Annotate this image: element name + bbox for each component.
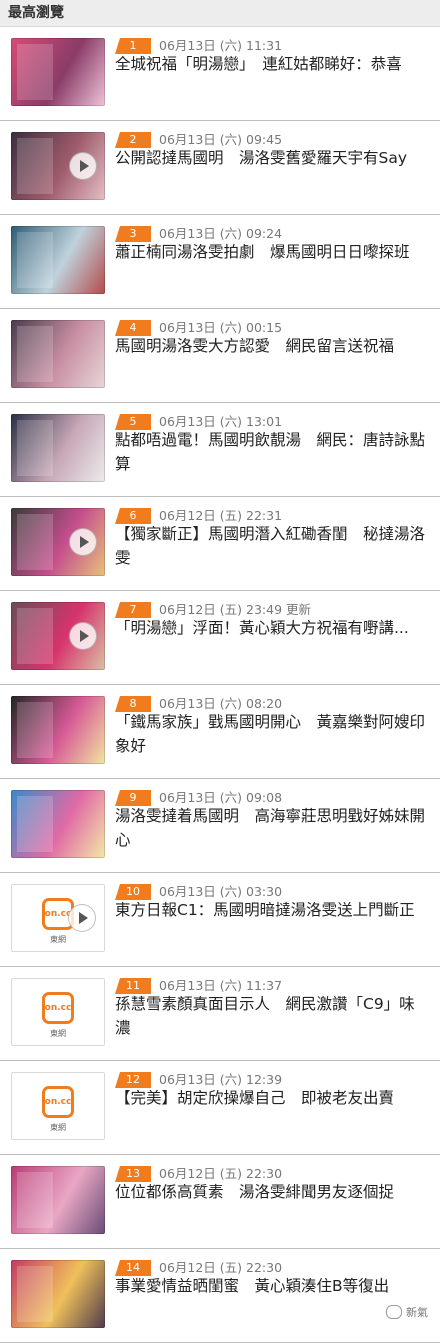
thumbnail-photo-panel bbox=[17, 138, 53, 194]
news-thumbnail[interactable]: on.cc 東網 bbox=[11, 884, 105, 952]
thumbnail-photo-panel bbox=[17, 44, 53, 100]
thumbnail-photo-panel bbox=[17, 514, 53, 570]
logo-caption: 東網 bbox=[50, 1029, 66, 1038]
thumbnail-photo-panel bbox=[17, 796, 53, 852]
play-icon[interactable] bbox=[69, 152, 97, 180]
logo-text: on.cc bbox=[44, 1096, 72, 1107]
news-item[interactable]: 1 06月13日 (六) 11:31 全城祝福「明湯戀」 連紅姑都睇好：恭喜 bbox=[0, 27, 440, 121]
news-item[interactable]: on.cc 東網 10 06月13日 (六) 03:30 東方日報C1：馬國明暗撻湯洛雯… bbox=[0, 873, 440, 967]
news-item[interactable]: 14 06月12日 (五) 22:30 事業愛情益晒閨蜜 黃心穎湊住B等復出 bbox=[0, 1249, 440, 1343]
news-title-link[interactable]: 位位都係高質素 湯洛雯緋聞男友逐個捉 bbox=[115, 1180, 426, 1204]
news-list: 1 06月13日 (六) 11:31 全城祝福「明湯戀」 連紅姑都睇好：恭喜 2 06月… bbox=[0, 27, 440, 1343]
play-icon[interactable] bbox=[69, 528, 97, 556]
news-title-link[interactable]: 湯洛雯撻着馬國明 高海寧莊思明戥好姊妹開心 bbox=[115, 804, 426, 852]
news-title-link[interactable]: 【完美】胡定欣操爆自己 即被老友出賣 bbox=[115, 1086, 426, 1110]
news-title-link[interactable]: 馬國明湯洛雯大方認愛 網民留言送祝福 bbox=[115, 334, 426, 358]
wechat-icon bbox=[386, 1305, 402, 1319]
news-title-link[interactable]: 孫慧雪素顏真面目示人 網民激讚「C9」味濃 bbox=[115, 992, 426, 1040]
logo-caption: 東網 bbox=[50, 935, 66, 944]
thumbnail-photo-panel bbox=[17, 1266, 53, 1322]
thumbnail-photo-panel bbox=[17, 232, 53, 288]
news-title-link[interactable]: 【獨家斷正】馬國明潛入紅磡香閨 秘撻湯洛雯 bbox=[115, 522, 426, 570]
thumbnail-photo-panel bbox=[17, 608, 53, 664]
news-thumbnail[interactable] bbox=[11, 696, 105, 764]
section-title: 最高瀏覽 bbox=[8, 5, 64, 21]
news-thumbnail[interactable] bbox=[11, 132, 105, 200]
news-thumbnail[interactable] bbox=[11, 320, 105, 388]
news-title-link[interactable]: 點都唔過電！馬國明飲靚湯 網民：唐詩詠點算 bbox=[115, 428, 426, 476]
news-thumbnail[interactable] bbox=[11, 602, 105, 670]
news-thumbnail[interactable]: on.cc 東網 bbox=[11, 1072, 105, 1140]
news-title-link[interactable]: 事業愛情益晒閨蜜 黃心穎湊住B等復出 bbox=[115, 1274, 426, 1298]
thumbnail-photo-panel bbox=[17, 1172, 53, 1228]
logo-caption: 東網 bbox=[50, 1123, 66, 1132]
news-item[interactable]: 3 06月13日 (六) 09:24 蕭正楠同湯洛雯拍劇 爆馬國明日日嚟探班 bbox=[0, 215, 440, 309]
play-icon[interactable] bbox=[69, 622, 97, 650]
oncc-logo-icon: on.cc bbox=[42, 1086, 74, 1119]
news-item[interactable]: 5 06月13日 (六) 13:01 點都唔過電！馬國明飲靚湯 網民：唐詩詠點算 bbox=[0, 403, 440, 497]
news-thumbnail[interactable] bbox=[11, 790, 105, 858]
news-title-link[interactable]: 東方日報C1：馬國明暗撻湯洛雯送上門斷正 bbox=[115, 898, 426, 922]
news-title-link[interactable]: 蕭正楠同湯洛雯拍劇 爆馬國明日日嚟探班 bbox=[115, 240, 426, 264]
oncc-logo-icon: on.cc bbox=[42, 992, 74, 1025]
news-thumbnail[interactable] bbox=[11, 1260, 105, 1328]
news-item[interactable]: 4 06月13日 (六) 00:15 馬國明湯洛雯大方認愛 網民留言送祝福 bbox=[0, 309, 440, 403]
news-thumbnail[interactable] bbox=[11, 38, 105, 106]
news-title-link[interactable]: 「鐵馬家族」戥馬國明開心 黃嘉樂對阿嫂印象好 bbox=[115, 710, 426, 758]
news-thumbnail[interactable] bbox=[11, 1166, 105, 1234]
logo-text: on.cc bbox=[44, 1002, 72, 1013]
news-item[interactable]: on.cc 東網 11 06月13日 (六) 11:37 孫慧雪素顏真面目示人 網民激讚… bbox=[0, 967, 440, 1061]
play-icon[interactable] bbox=[68, 904, 96, 932]
watermark: 新氣 bbox=[386, 1304, 428, 1320]
news-title-link[interactable]: 「明湯戀」浮面！黃心穎大方祝福有嘢講... bbox=[115, 616, 426, 640]
news-title-link[interactable]: 全城祝福「明湯戀」 連紅姑都睇好：恭喜 bbox=[115, 52, 426, 76]
news-thumbnail[interactable]: on.cc 東網 bbox=[11, 978, 105, 1046]
section-header: 最高瀏覽 bbox=[0, 0, 440, 27]
news-item[interactable]: 8 06月13日 (六) 08:20 「鐵馬家族」戥馬國明開心 黃嘉樂對阿嫂印象好 bbox=[0, 685, 440, 779]
thumbnail-photo-panel bbox=[17, 326, 53, 382]
news-item[interactable]: 2 06月13日 (六) 09:45 公開認撻馬國明 湯洛雯舊愛羅天宇有Say bbox=[0, 121, 440, 215]
news-thumbnail[interactable] bbox=[11, 414, 105, 482]
news-thumbnail[interactable] bbox=[11, 226, 105, 294]
news-thumbnail[interactable] bbox=[11, 508, 105, 576]
news-item[interactable]: 9 06月13日 (六) 09:08 湯洛雯撻着馬國明 高海寧莊思明戥好姊妹開心 bbox=[0, 779, 440, 873]
news-item[interactable]: 7 06月12日 (五) 23:49 更新 「明湯戀」浮面！黃心穎大方祝福有嘢講..… bbox=[0, 591, 440, 685]
news-item[interactable]: 13 06月12日 (五) 22:30 位位都係高質素 湯洛雯緋聞男友逐個捉 bbox=[0, 1155, 440, 1249]
news-item[interactable]: 6 06月12日 (五) 22:31 【獨家斷正】馬國明潛入紅磡香閨 秘撻湯洛雯 bbox=[0, 497, 440, 591]
news-title-link[interactable]: 公開認撻馬國明 湯洛雯舊愛羅天宇有Say bbox=[115, 146, 426, 170]
news-item[interactable]: on.cc 東網 12 06月13日 (六) 12:39 【完美】胡定欣操爆自己 即被老… bbox=[0, 1061, 440, 1155]
thumbnail-photo-panel bbox=[17, 702, 53, 758]
watermark-text: 新氣 bbox=[406, 1306, 428, 1319]
thumbnail-photo-panel bbox=[17, 420, 53, 476]
